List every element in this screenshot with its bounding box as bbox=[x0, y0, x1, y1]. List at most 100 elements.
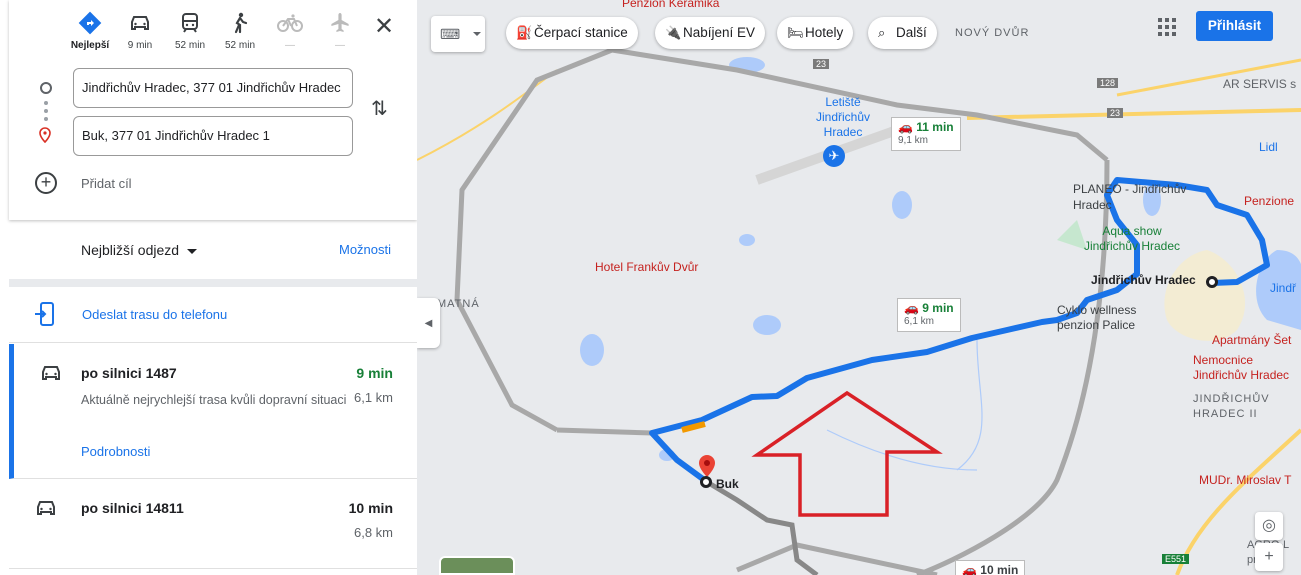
car-icon bbox=[40, 364, 62, 387]
chip-label: Hotely bbox=[805, 25, 844, 40]
chip-gas-stations[interactable]: ⛽ Čerpací stanice bbox=[506, 17, 638, 49]
mode-car[interactable]: 9 min bbox=[115, 8, 165, 51]
origin-marker-icon bbox=[1206, 276, 1218, 288]
mode-transit[interactable]: 52 min bbox=[165, 8, 215, 51]
map-label[interactable]: MUDr. Miroslav T bbox=[1199, 473, 1291, 487]
route-details-link[interactable]: Podrobnosti bbox=[81, 444, 150, 459]
collapse-panel-button[interactable]: ◀ bbox=[417, 298, 440, 348]
mode-walk[interactable]: 52 min bbox=[215, 8, 265, 51]
flight-icon bbox=[315, 8, 365, 38]
options-link[interactable]: Možnosti bbox=[339, 242, 391, 257]
keyboard-icon: ⌨ bbox=[440, 25, 461, 42]
route-title: po silnici 1487 bbox=[81, 365, 177, 381]
route-time-tag[interactable]: 🚗 10 min bbox=[955, 560, 1026, 575]
map-label[interactable]: Aqua show Jindřichův Hradec bbox=[1077, 224, 1187, 254]
map-label[interactable]: Jindřichův Hradec bbox=[1091, 273, 1196, 287]
mode-bike[interactable]: — bbox=[265, 8, 315, 51]
close-icon[interactable]: ✕ bbox=[371, 14, 397, 40]
tag-time: 11 min bbox=[916, 120, 954, 134]
map-canvas[interactable]: Penzion Keramika NOVÝ DVŮR Letiště Jindř… bbox=[417, 0, 1301, 575]
caret-down-icon bbox=[473, 32, 482, 36]
layers-thumbnail[interactable] bbox=[439, 556, 515, 575]
directions-panel: Nejlepší 9 min 52 min 52 min — — ✕ Jindř… bbox=[0, 0, 417, 575]
bike-icon bbox=[265, 8, 315, 38]
map-label[interactable]: Penzion Keramika bbox=[622, 0, 719, 10]
map-label[interactable]: Lidl bbox=[1259, 140, 1278, 154]
route-dots bbox=[44, 117, 48, 121]
depart-label: Nejbližší odjezd bbox=[81, 242, 180, 258]
tag-distance: 9,1 km bbox=[898, 135, 929, 146]
map-label[interactable]: Nemocnice Jindřichův Hradec bbox=[1193, 353, 1301, 383]
ev-charging-icon: 🔌 bbox=[665, 25, 682, 40]
map-label[interactable]: PLANEO - Jindřichův Hradec bbox=[1073, 181, 1203, 213]
route-title: po silnici 14811 bbox=[81, 500, 184, 516]
route-option-1[interactable]: po silnici 1487 9 min Aktuálně nejrychle… bbox=[9, 344, 417, 479]
route-dots bbox=[44, 109, 48, 113]
my-location-icon[interactable]: ◎ bbox=[1255, 512, 1283, 540]
directions-form: Nejlepší 9 min 52 min 52 min — — ✕ Jindř… bbox=[9, 0, 417, 220]
apps-grid-icon[interactable] bbox=[1158, 18, 1176, 36]
map-label: AR SERVIS s bbox=[1223, 77, 1297, 91]
car-icon bbox=[35, 499, 57, 522]
send-to-phone-icon bbox=[35, 302, 55, 331]
airport-icon[interactable]: ✈ bbox=[823, 145, 845, 167]
divider bbox=[9, 279, 417, 287]
route-time: 9 min bbox=[356, 365, 393, 381]
login-button[interactable]: Přihlásit bbox=[1196, 11, 1273, 41]
add-destination-icon[interactable]: + bbox=[35, 172, 57, 194]
tag-time: 9 min bbox=[922, 301, 954, 315]
road-shield: 23 bbox=[813, 59, 830, 69]
map-label[interactable]: Buk bbox=[716, 477, 739, 491]
route-time: 10 min bbox=[348, 500, 393, 516]
hotel-icon: 🛏 bbox=[787, 25, 804, 40]
map-label[interactable]: Hotel Frankův Dvůr bbox=[595, 260, 698, 274]
destination-marker-icon bbox=[700, 476, 712, 488]
map-label: Jindř bbox=[1270, 281, 1297, 295]
send-label: Odeslat trasu do telefonu bbox=[82, 307, 228, 322]
destination-pin-icon bbox=[39, 127, 51, 148]
chip-more[interactable]: ⌕ Další bbox=[868, 17, 937, 49]
gas-station-icon: ⛽ bbox=[516, 25, 533, 40]
route-dots bbox=[44, 101, 48, 105]
depart-time-dropdown[interactable]: Nejbližší odjezd bbox=[81, 242, 198, 258]
route-time-tag[interactable]: 🚗 11 min 9,1 km bbox=[891, 117, 961, 151]
map-label: NOVÝ DVŮR bbox=[955, 27, 1030, 39]
chip-label: Čerpací stanice bbox=[534, 25, 628, 40]
map-label[interactable]: Apartmány Šet bbox=[1212, 333, 1291, 347]
chip-hotels[interactable]: 🛏 Hotely bbox=[777, 17, 854, 49]
road-shield: 23 bbox=[1107, 108, 1124, 118]
mode-best[interactable]: Nejlepší bbox=[65, 8, 115, 51]
map-label: JINDŘICHŮV HRADEC II bbox=[1193, 393, 1270, 420]
directions-icon bbox=[65, 8, 115, 38]
keyboard-button[interactable]: ⌨ bbox=[431, 16, 485, 52]
route-distance: 6,1 km bbox=[353, 390, 393, 405]
map-layer bbox=[417, 47, 1301, 575]
zoom-in-button[interactable]: + bbox=[1255, 543, 1283, 571]
route-distance: 6,8 km bbox=[353, 525, 393, 540]
destination-input[interactable]: Buk, 377 01 Jindřichův Hradec 1 bbox=[73, 116, 353, 156]
transit-icon bbox=[165, 8, 215, 38]
chip-ev-charging[interactable]: 🔌 Nabíjení EV bbox=[655, 17, 766, 49]
caret-down-icon bbox=[187, 248, 198, 254]
map-label[interactable]: Penzione bbox=[1244, 194, 1294, 208]
map-label[interactable]: Letiště Jindřichův Hradec bbox=[813, 95, 873, 140]
route-option-2[interactable]: po silnici 14811 10 min 6,8 km bbox=[9, 479, 417, 569]
route-time-tag[interactable]: 🚗 9 min 6,1 km bbox=[897, 298, 961, 332]
mode-flight[interactable]: — bbox=[315, 8, 365, 51]
car-icon bbox=[115, 8, 165, 38]
map-label: MATNÁ bbox=[437, 298, 480, 310]
route-description: Aktuálně nejrychlejší trasa kvůli doprav… bbox=[81, 393, 347, 407]
search-icon: ⌕ bbox=[878, 25, 886, 40]
origin-input[interactable]: Jindřichův Hradec, 377 01 Jindřichův Hra… bbox=[73, 68, 353, 108]
map-label[interactable]: Cyklo wellness penzion Palice bbox=[1057, 303, 1167, 333]
add-destination-label[interactable]: Přidat cíl bbox=[81, 176, 132, 191]
road-shield: 128 bbox=[1097, 78, 1119, 88]
send-to-phone-button[interactable]: Odeslat trasu do telefonu bbox=[9, 287, 417, 343]
chip-label: Nabíjení EV bbox=[683, 25, 756, 40]
chip-label: Další bbox=[896, 25, 927, 40]
tag-time: 10 min bbox=[980, 563, 1019, 575]
tag-distance: 6,1 km bbox=[904, 316, 935, 327]
origin-dot-icon bbox=[40, 82, 52, 94]
walk-icon bbox=[215, 8, 265, 38]
swap-icon[interactable]: ⇅ bbox=[371, 96, 388, 121]
